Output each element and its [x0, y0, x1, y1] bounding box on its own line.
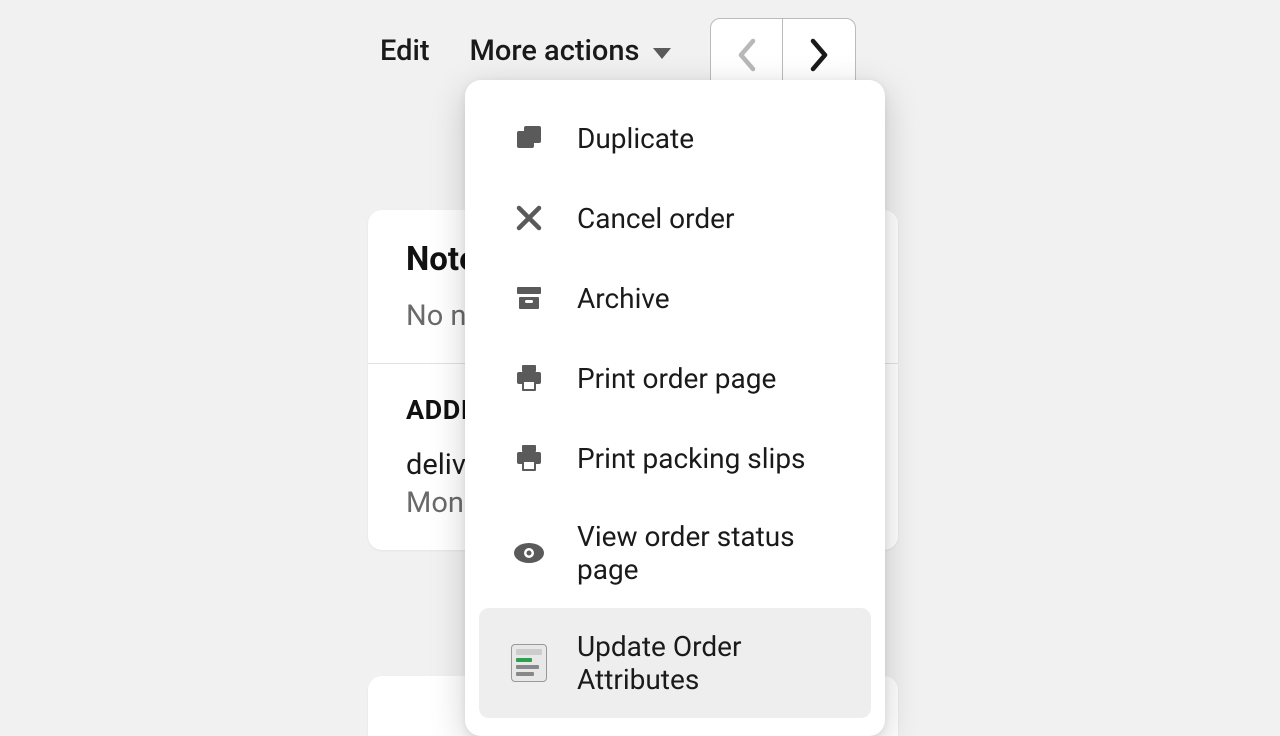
- dropdown-item-label: Duplicate: [577, 122, 694, 155]
- dropdown-item-label: Print packing slips: [577, 442, 806, 475]
- print-icon: [511, 440, 547, 476]
- dropdown-item-view-status[interactable]: View order status page: [479, 498, 871, 608]
- chevron-right-icon: [809, 38, 829, 72]
- dropdown-item-update-attributes[interactable]: Update Order Attributes: [479, 608, 871, 718]
- archive-icon: [511, 280, 547, 316]
- dropdown-item-print-order[interactable]: Print order page: [479, 338, 871, 418]
- more-actions-label: More actions: [470, 34, 640, 68]
- caret-down-icon: [653, 48, 671, 59]
- dropdown-item-label: Archive: [577, 282, 670, 315]
- more-actions-button[interactable]: More actions: [470, 34, 672, 68]
- eye-icon: [511, 535, 547, 571]
- close-icon: [511, 200, 547, 236]
- dropdown-item-cancel[interactable]: Cancel order: [479, 178, 871, 258]
- dropdown-item-label: Update Order Attributes: [577, 630, 839, 696]
- dropdown-item-print-packing[interactable]: Print packing slips: [479, 418, 871, 498]
- edit-button[interactable]: Edit: [380, 34, 430, 68]
- more-actions-dropdown: Duplicate Cancel order Archive Print ord…: [465, 80, 885, 736]
- dropdown-item-archive[interactable]: Archive: [479, 258, 871, 338]
- attributes-icon: [511, 645, 547, 681]
- dropdown-item-label: View order status page: [577, 520, 839, 586]
- dropdown-item-duplicate[interactable]: Duplicate: [479, 98, 871, 178]
- toolbar: Edit More actions: [380, 34, 671, 68]
- print-icon: [511, 360, 547, 396]
- dropdown-item-label: Cancel order: [577, 202, 735, 235]
- duplicate-icon: [511, 120, 547, 156]
- dropdown-item-label: Print order page: [577, 362, 776, 395]
- chevron-left-icon: [737, 38, 757, 72]
